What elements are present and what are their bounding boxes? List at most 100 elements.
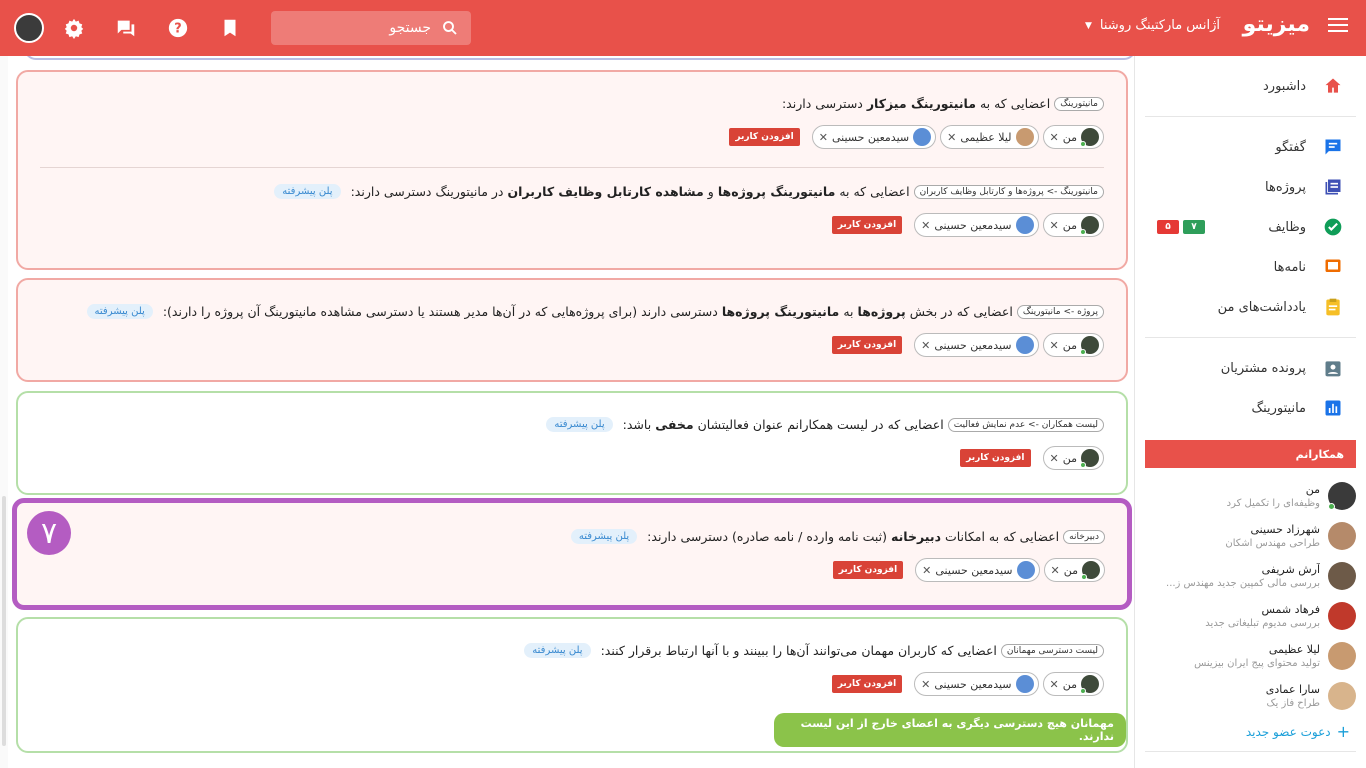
- user-chip: سیدمعین حسینی ✕: [914, 672, 1039, 696]
- sidebar-item-letters[interactable]: نامه‌ها: [1135, 247, 1366, 287]
- agency-name: آژانس مارکتینگ روشنا: [1099, 18, 1220, 33]
- user-chip: من ✕: [1043, 558, 1105, 582]
- caret-down-icon: ▼: [1084, 20, 1092, 31]
- avatar: [1328, 482, 1356, 510]
- brand-logo[interactable]: میزیتو: [1243, 12, 1310, 37]
- search-box[interactable]: [271, 11, 471, 45]
- agency-selector[interactable]: آژانس مارکتینگ روشنا ▼: [1085, 18, 1220, 33]
- user-chip: سیدمعین حسینی ✕: [915, 558, 1040, 582]
- search-icon: [443, 21, 457, 35]
- svg-text:?: ?: [174, 22, 181, 37]
- remove-icon[interactable]: ✕: [922, 564, 931, 577]
- permission-text: پروژه -> مانیتورینگ اعضایی که در بخش پرو…: [40, 304, 1104, 319]
- step-number-badge: ۷: [27, 511, 71, 555]
- sidebar-item-clients[interactable]: پرونده مشتریان: [1135, 348, 1366, 388]
- search-input[interactable]: [291, 20, 431, 36]
- avatar: [1328, 642, 1356, 670]
- sidebar-item-monitoring[interactable]: مانیتورینگ: [1135, 388, 1366, 428]
- add-user-button[interactable]: افزودن کاربر: [831, 216, 903, 234]
- advanced-plan-badge[interactable]: پلن پیشرفته: [524, 643, 591, 658]
- user-list: من ✕ سیدمعین حسینی ✕ افزودن کاربر: [40, 213, 1104, 237]
- remove-icon[interactable]: ✕: [921, 678, 930, 691]
- permission-tag: مانیتورینگ -> پروژه‌ها و کارتابل وظایف ک…: [913, 184, 1104, 199]
- user-chip: من ✕: [1042, 672, 1104, 696]
- invite-member-button[interactable]: + دعوت عضو جدید: [1135, 722, 1366, 741]
- permission-text: مانیتورینگ اعضایی که به مانیتورینگ میزکا…: [40, 96, 1104, 111]
- advanced-plan-badge[interactable]: پلن پیشرفته: [570, 529, 638, 544]
- user-chip: سیدمعین حسینی ✕: [914, 333, 1039, 357]
- sidebar-item-chat[interactable]: گفتگو: [1135, 127, 1366, 167]
- permission-card-hidden-activity: لیست همکاران -> عدم نمایش فعالیت اعضایی …: [16, 391, 1128, 495]
- permission-text: دبیرخانه اعضایی که به امکانات دبیرخانه (…: [39, 529, 1105, 544]
- member-item[interactable]: آرش شریفی بررسی مالی کمپین جدید مهندس ز..…: [1135, 556, 1366, 596]
- user-avatar[interactable]: [14, 13, 44, 43]
- help-icon[interactable]: ?: [166, 16, 190, 40]
- settings-icon[interactable]: [62, 16, 86, 40]
- sidebar-item-notes[interactable]: یادداشت‌های من: [1135, 287, 1366, 327]
- user-list: من ✕ سیدمعین حسینی ✕ افزودن کاربر: [40, 672, 1104, 696]
- remove-icon[interactable]: ✕: [1050, 131, 1059, 144]
- chat-icon[interactable]: [114, 16, 138, 40]
- remove-icon[interactable]: ✕: [819, 131, 828, 144]
- advanced-plan-badge[interactable]: پلن پیشرفته: [546, 417, 613, 432]
- add-user-button[interactable]: افزودن کاربر: [960, 449, 1031, 467]
- letter-icon: [1322, 256, 1344, 278]
- remove-icon[interactable]: ✕: [1050, 678, 1059, 691]
- permission-card-guest-access: لیست دسترسی مهمانان اعضایی که کاربران مه…: [16, 617, 1128, 753]
- member-item[interactable]: فرهاد شمس بررسی مدیوم تبلیغاتی جدید: [1135, 596, 1366, 636]
- permission-text: لیست دسترسی مهمانان اعضایی که کاربران مه…: [40, 643, 1104, 658]
- remove-icon[interactable]: ✕: [947, 131, 956, 144]
- permission-tag: دبیرخانه: [1063, 529, 1105, 544]
- remove-icon[interactable]: ✕: [921, 219, 930, 232]
- sidebar-item-tasks[interactable]: وظایف ۷ ۵: [1135, 207, 1366, 247]
- sidebar-item-dashboard[interactable]: داشبورد: [1135, 66, 1366, 106]
- main-content: مانیتورینگ اعضایی که به مانیتورینگ میزکا…: [8, 56, 1134, 768]
- avatar: [1328, 562, 1356, 590]
- user-list: من ✕ سیدمعین حسینی ✕ افزودن کاربر: [40, 333, 1104, 357]
- remove-icon[interactable]: ✕: [1050, 452, 1059, 465]
- guest-notice: مهمانان هیچ دسترسی دیگری به اعضای خارج ا…: [774, 713, 1126, 747]
- sidebar: داشبورد گفتگو پروژه‌ها وظایف ۷ ۵ نامه‌ها…: [1134, 56, 1366, 768]
- permission-card-monitoring: مانیتورینگ اعضایی که به مانیتورینگ میزکا…: [16, 70, 1128, 270]
- member-item[interactable]: لیلا عظیمی تولید محتوای پیج ایران بیزینس: [1135, 636, 1366, 676]
- permission-tag: لیست دسترسی مهمانان: [1000, 643, 1104, 658]
- add-user-button[interactable]: افزودن کاربر: [832, 561, 904, 579]
- remove-icon[interactable]: ✕: [1051, 564, 1060, 577]
- chart-icon: [1322, 397, 1344, 419]
- user-list: من ✕ افزودن کاربر: [40, 446, 1104, 470]
- user-chip: سیدمعین حسینی ✕: [811, 125, 937, 149]
- add-user-button[interactable]: افزودن کاربر: [831, 336, 903, 354]
- advanced-plan-badge[interactable]: پلن پیشرفته: [274, 184, 341, 199]
- user-chip: من ✕: [1042, 213, 1104, 237]
- member-item[interactable]: من وظیفه‌ای را تکمیل کرد: [1135, 476, 1366, 516]
- overdue-count-badge: ۵: [1157, 220, 1179, 234]
- remove-icon[interactable]: ✕: [1050, 339, 1059, 352]
- add-user-button[interactable]: افزودن کاربر: [831, 675, 903, 693]
- tasks-count-badge: ۷: [1183, 220, 1205, 234]
- note-icon: [1322, 296, 1344, 318]
- remove-icon[interactable]: ✕: [1050, 219, 1059, 232]
- permission-card-secretariat: ۷ دبیرخانه اعضایی که به امکانات دبیرخانه…: [12, 498, 1132, 610]
- menu-icon[interactable]: [1328, 18, 1348, 36]
- home-icon: [1322, 75, 1344, 97]
- user-chip: من ✕: [1042, 446, 1104, 470]
- permission-tag: مانیتورینگ: [1054, 96, 1104, 111]
- user-chip: لیلا عظیمی ✕: [940, 125, 1039, 149]
- advanced-plan-badge[interactable]: پلن پیشرفته: [86, 304, 153, 319]
- user-chip: سیدمعین حسینی ✕: [914, 213, 1039, 237]
- avatar: [1328, 682, 1356, 710]
- user-list: من ✕ سیدمعین حسینی ✕ افزودن کاربر: [39, 558, 1105, 582]
- check-icon: [1322, 216, 1344, 238]
- add-user-button[interactable]: افزودن کاربر: [729, 128, 800, 146]
- member-item[interactable]: سارا عمادی طراح فاز یک: [1135, 676, 1366, 716]
- sidebar-item-projects[interactable]: پروژه‌ها: [1135, 167, 1366, 207]
- permission-text: لیست همکاران -> عدم نمایش فعالیت اعضایی …: [40, 417, 1104, 432]
- bookmark-icon[interactable]: [218, 16, 242, 40]
- remove-icon[interactable]: ✕: [921, 339, 930, 352]
- scrollbar[interactable]: [0, 56, 8, 768]
- previous-card-edge: [24, 56, 1134, 60]
- plus-icon: +: [1336, 722, 1350, 741]
- member-item[interactable]: شهرزاد حسینی طراحی مهندس اشکان: [1135, 516, 1366, 556]
- permission-card-project-monitoring: پروژه -> مانیتورینگ اعضایی که در بخش پرو…: [16, 278, 1128, 382]
- avatar: [1328, 602, 1356, 630]
